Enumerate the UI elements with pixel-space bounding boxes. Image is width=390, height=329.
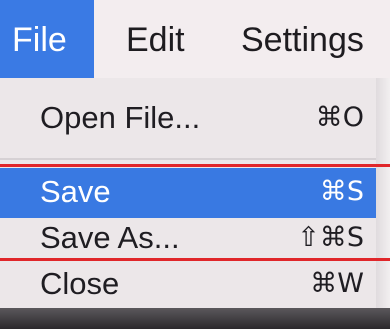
menu-item-save[interactable]: Save ⌘S — [0, 168, 376, 218]
menu-file[interactable]: File — [0, 0, 94, 78]
menu-settings[interactable]: Settings — [241, 0, 364, 78]
dropdown-shadow-bottom — [0, 308, 390, 329]
menu-item-save-as[interactable]: Save As... ⇧⌘S — [0, 218, 376, 258]
menu-item-shortcut: ⇧⌘S — [297, 222, 364, 253]
menu-item-shortcut: ⌘S — [319, 176, 364, 207]
menu-item-open-file[interactable]: Open File... ⌘O — [0, 90, 376, 146]
menu-item-label: Close — [40, 266, 120, 301]
annotation-line-top — [0, 164, 390, 167]
annotation-line-bottom — [0, 258, 390, 261]
menu-edit[interactable]: Edit — [126, 0, 185, 78]
menu-separator — [0, 158, 376, 160]
menu-bar: File Edit Settings — [0, 0, 390, 78]
menu-item-label: Open File... — [40, 100, 201, 135]
menu-item-close[interactable]: Close ⌘W — [0, 262, 376, 308]
menu-item-shortcut: ⌘W — [310, 268, 364, 299]
menu-item-shortcut: ⌘O — [315, 102, 364, 133]
menu-item-label: Save — [40, 174, 111, 209]
dropdown-shadow — [376, 78, 390, 329]
menu-item-label: Save As... — [40, 220, 180, 255]
